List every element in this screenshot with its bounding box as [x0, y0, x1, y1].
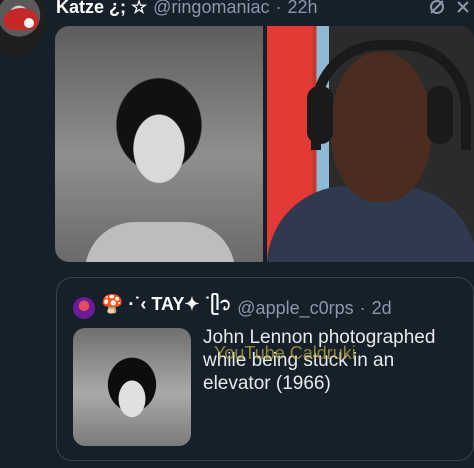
close-icon[interactable]	[454, 0, 472, 16]
quoted-meta-separator: ·	[359, 297, 366, 318]
photo-shirt	[85, 222, 235, 262]
post-media	[55, 26, 474, 262]
post-time[interactable]: 22h	[287, 0, 317, 18]
quoted-post-card[interactable]: 🍄 ·˙‹ TAY✦ ˙ᥫ᭡ @apple_c0rps · 2d John Le…	[56, 277, 474, 461]
meta-separator: ·	[275, 0, 282, 17]
quoted-post-time[interactable]: 2d	[372, 298, 392, 319]
watermark: YouTube Caldruki	[214, 343, 356, 363]
post-header: Katze ¿; ☆ @ringomaniac · 22h	[56, 0, 318, 19]
media-photo-lennon[interactable]	[55, 26, 263, 262]
santa-hat	[4, 8, 38, 30]
quoted-post-header: 🍄 ·˙‹ TAY✦ ˙ᥫ᭡ @apple_c0rps · 2d	[73, 292, 392, 324]
media-photo-streamer[interactable]	[266, 26, 474, 262]
author-handle[interactable]: @ringomaniac	[153, 0, 269, 18]
author-avatar[interactable]	[0, 0, 46, 56]
grok-icon[interactable]	[428, 0, 446, 16]
headphones-cup-right	[426, 86, 453, 144]
quoted-author-handle[interactable]: @apple_c0rps	[237, 298, 353, 319]
quoted-author-avatar[interactable]	[73, 297, 95, 319]
quoted-media-thumbnail[interactable]	[73, 328, 191, 446]
quoted-author-display-name[interactable]: 🍄 ·˙‹ TAY✦ ˙ᥫ᭡	[101, 292, 231, 324]
headphones-cup-left	[306, 86, 333, 144]
author-display-name[interactable]: Katze ¿; ☆	[56, 0, 147, 18]
